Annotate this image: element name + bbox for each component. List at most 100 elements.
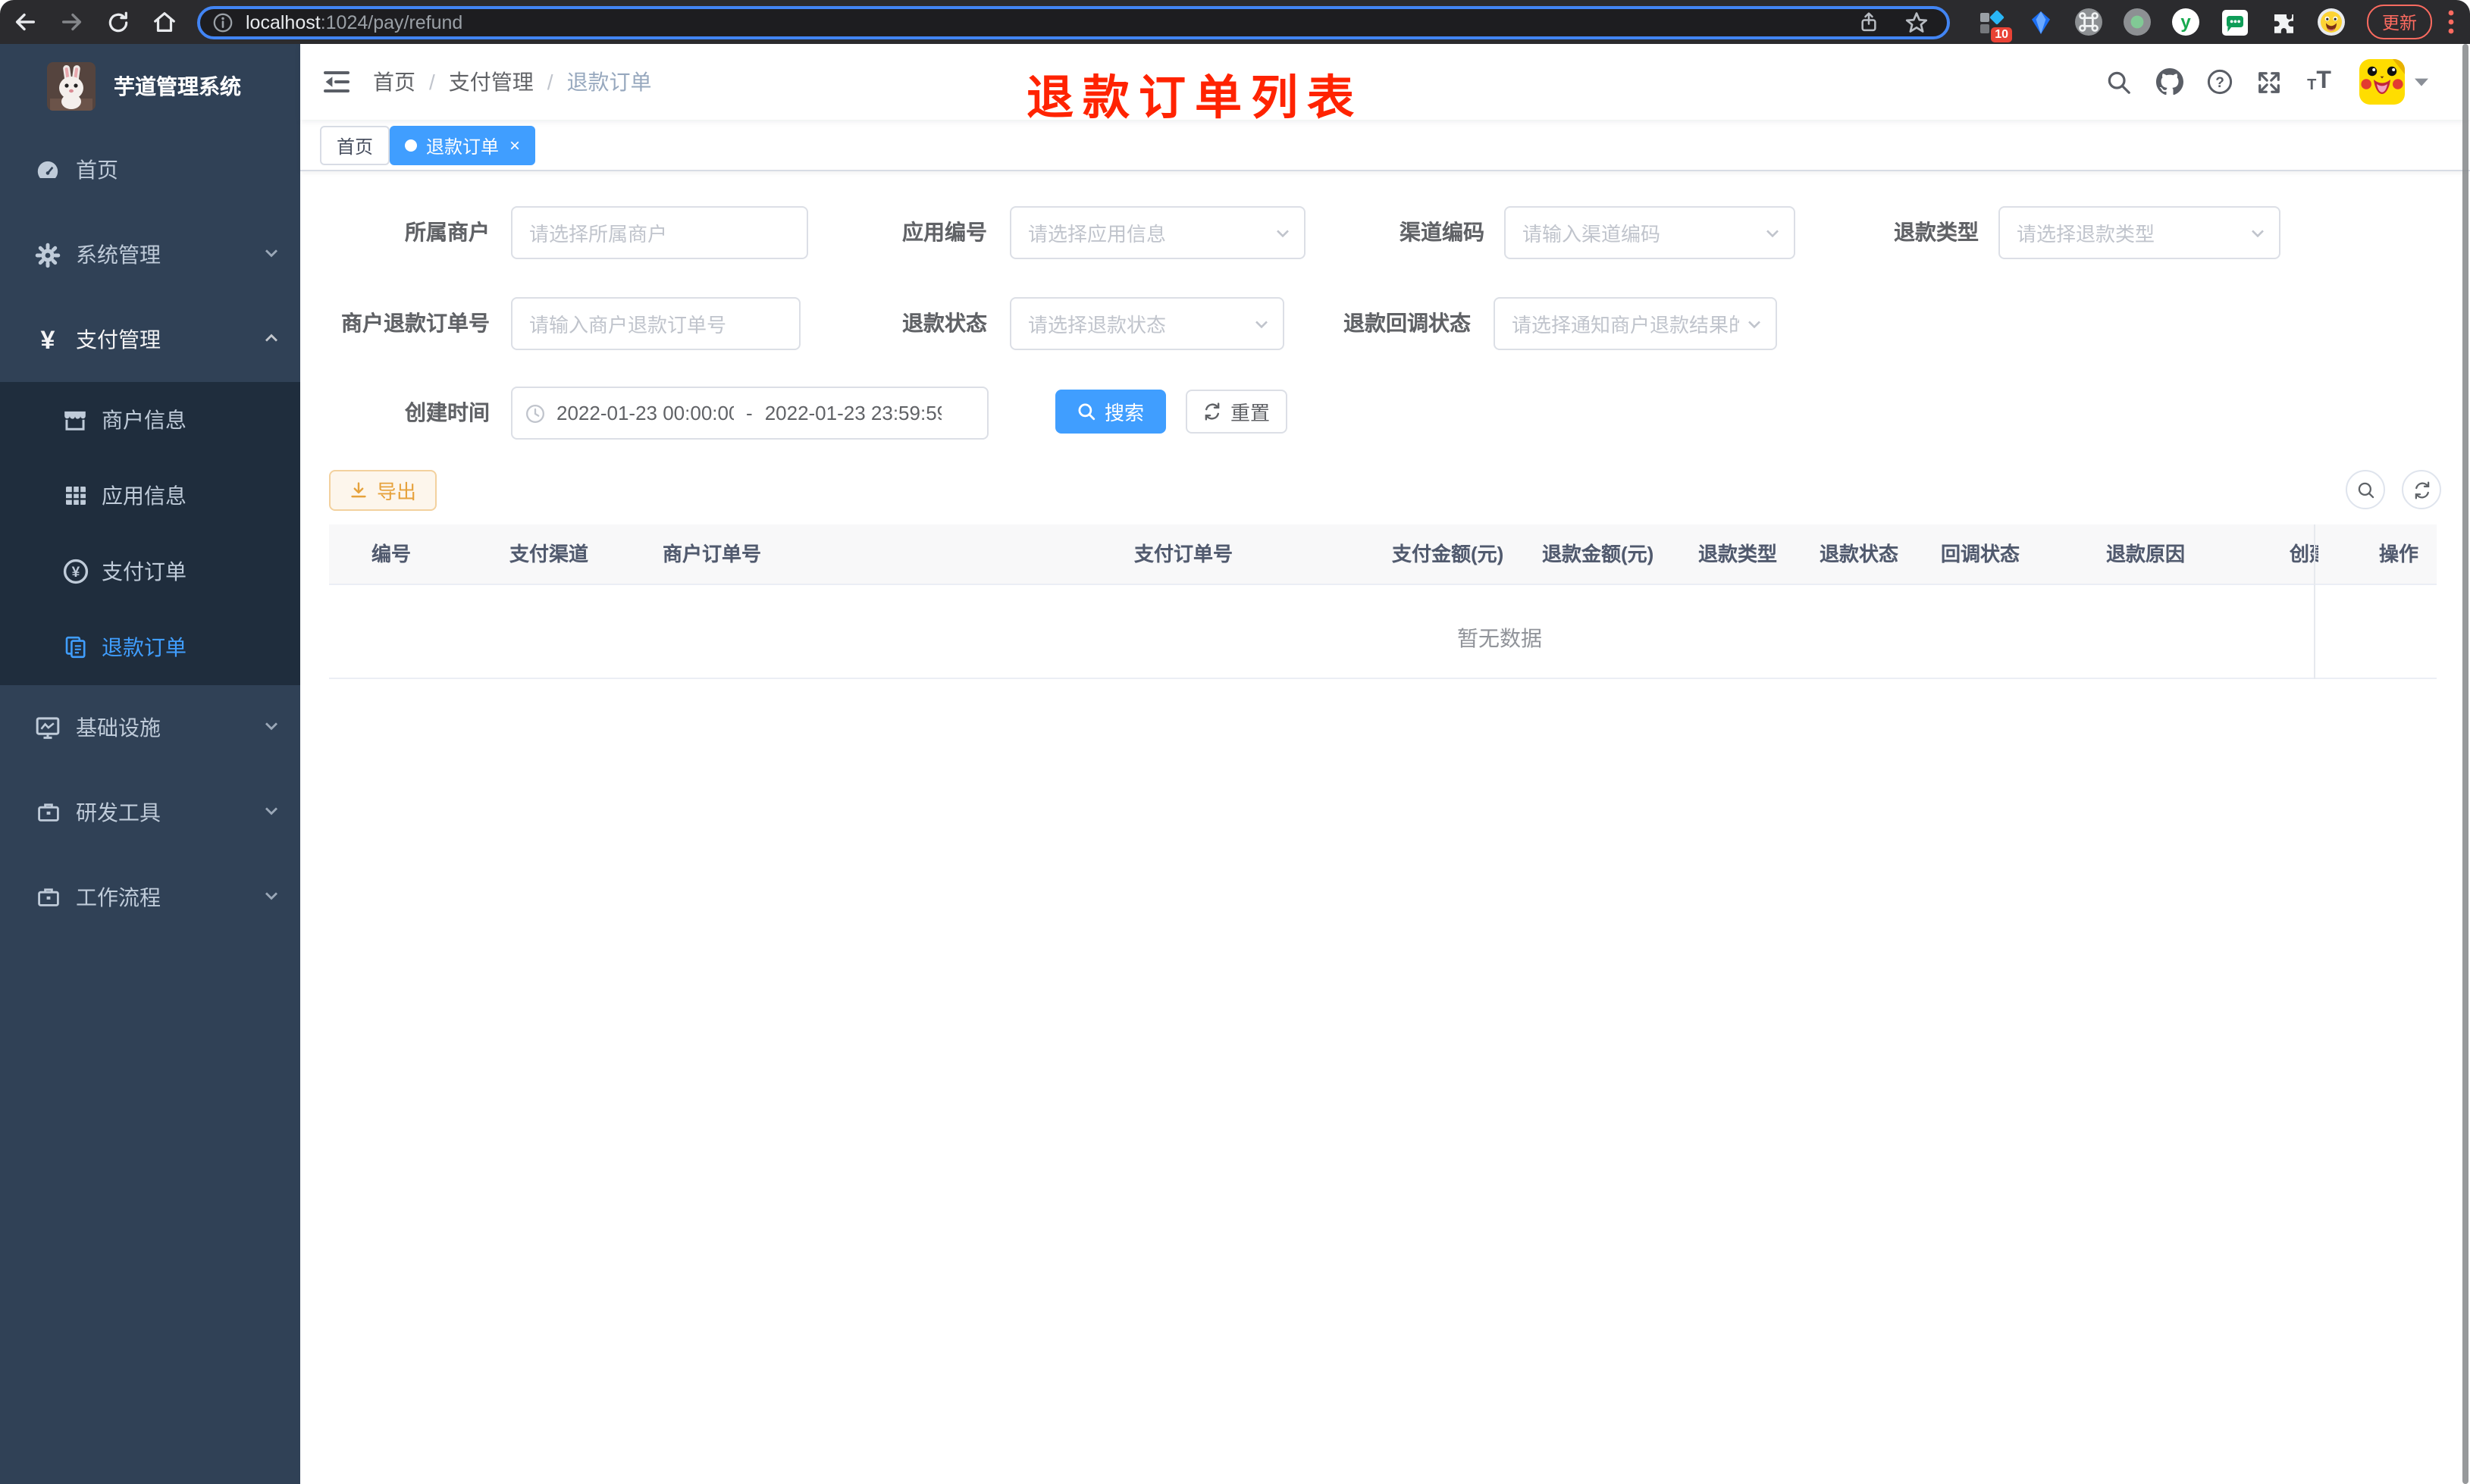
tab-refund-order[interactable]: 退款订单 × bbox=[390, 126, 536, 165]
monitor-chart-icon bbox=[33, 715, 62, 740]
sidebar-item-merchant-info[interactable]: 商户信息 bbox=[0, 382, 300, 458]
end-date-value[interactable]: 2022-01-23 23:59:59 bbox=[765, 402, 942, 424]
filter-label-refund-type: 退款类型 bbox=[1894, 220, 1979, 244]
font-size-icon[interactable]: TT bbox=[2294, 69, 2344, 94]
yen-icon: ¥ bbox=[40, 325, 55, 354]
callback-status-select[interactable]: 请选择通知商户退款结果的 bbox=[1494, 297, 1777, 350]
channel-select[interactable]: 请输入渠道编码 bbox=[1504, 206, 1795, 259]
reload-icon[interactable] bbox=[106, 10, 130, 34]
sidebar-item-infra[interactable]: 基础设施 bbox=[0, 685, 300, 770]
sidebar-item-dev-tools[interactable]: 研发工具 bbox=[0, 770, 300, 855]
share-icon[interactable] bbox=[1857, 11, 1880, 33]
sidebar-item-label: 退款订单 bbox=[102, 635, 187, 659]
url-text[interactable]: localhost:1024/pay/refund bbox=[246, 11, 1842, 33]
window-scrollbar[interactable] bbox=[2462, 44, 2468, 1484]
chevron-down-icon bbox=[262, 800, 281, 825]
back-icon[interactable] bbox=[12, 9, 38, 35]
home-icon[interactable] bbox=[152, 9, 177, 35]
main-area: 首页 / 支付管理 / 退款订单 退款订单列表 ? TT 首页 退款订单 × 所… bbox=[300, 44, 2470, 1484]
column-header: 退款金额(元) bbox=[1542, 543, 1654, 565]
chevron-down-icon bbox=[262, 243, 281, 267]
chevron-down-icon bbox=[1252, 315, 1271, 333]
tab-home[interactable]: 首页 bbox=[320, 126, 390, 165]
date-separator: - bbox=[746, 402, 753, 424]
reset-button[interactable]: 重置 bbox=[1186, 390, 1287, 434]
caret-down-icon[interactable] bbox=[2414, 68, 2429, 95]
svg-text:?: ? bbox=[2215, 75, 2224, 91]
start-date-value[interactable]: 2022-01-23 00:00:00 bbox=[556, 402, 734, 424]
browser-menu-icon[interactable] bbox=[2447, 9, 2455, 35]
extension-y-icon[interactable]: y bbox=[2171, 8, 2200, 36]
fixed-column-divider bbox=[2314, 524, 2315, 679]
site-info-icon[interactable] bbox=[212, 11, 234, 33]
github-icon[interactable] bbox=[2144, 68, 2194, 95]
column-header: 支付订单号 bbox=[1134, 543, 1233, 565]
url-bar[interactable]: localhost:1024/pay/refund bbox=[197, 5, 1950, 39]
sidebar-item-label: 首页 bbox=[76, 158, 118, 182]
search-button[interactable]: 搜索 bbox=[1055, 390, 1166, 434]
search-icon bbox=[2357, 481, 2374, 498]
search-icon[interactable] bbox=[2094, 69, 2144, 95]
merchant-select[interactable]: 请选择所属商户 bbox=[511, 206, 808, 259]
sidebar-item-refund-order[interactable]: 退款订单 bbox=[0, 609, 300, 685]
breadcrumb-home[interactable]: 首页 bbox=[373, 67, 415, 97]
extension-emoji-icon[interactable] bbox=[2317, 8, 2346, 36]
extension-command-icon[interactable] bbox=[2074, 8, 2103, 36]
refund-status-select[interactable]: 请选择退款状态 bbox=[1010, 297, 1284, 350]
chevron-down-icon bbox=[1763, 224, 1782, 242]
sidebar-toggle-icon[interactable] bbox=[321, 67, 352, 105]
filter-label-refund-status: 退款状态 bbox=[902, 311, 987, 335]
sidebar-item-label: 支付管理 bbox=[76, 327, 161, 352]
browser-update-button[interactable]: 更新 bbox=[2367, 5, 2432, 39]
chevron-down-icon bbox=[262, 715, 281, 740]
close-icon[interactable]: × bbox=[509, 136, 520, 155]
merchant-refund-no-input[interactable]: 请输入商户退款订单号 bbox=[511, 297, 801, 350]
sidebar-logo[interactable]: 芋道管理系统 bbox=[0, 44, 300, 127]
placeholder: 请输入商户退款订单号 bbox=[529, 314, 727, 337]
download-icon bbox=[352, 482, 367, 498]
refund-type-select[interactable]: 请选择退款类型 bbox=[1998, 206, 2280, 259]
browser-nav bbox=[12, 9, 177, 35]
svg-text:¥: ¥ bbox=[71, 565, 80, 581]
user-avatar[interactable] bbox=[2359, 59, 2405, 105]
refresh-button[interactable] bbox=[2402, 470, 2441, 509]
create-time-range-picker[interactable]: 2022-01-23 00:00:00 - 2022-01-23 23:59:5… bbox=[511, 387, 989, 440]
extension-puzzle-icon[interactable] bbox=[2268, 8, 2297, 36]
app-select[interactable]: 请选择应用信息 bbox=[1010, 206, 1306, 259]
navbar-actions: ? TT bbox=[2094, 44, 2470, 120]
column-header: 退款类型 bbox=[1698, 543, 1778, 565]
sidebar-item-label: 商户信息 bbox=[102, 408, 187, 432]
documents-icon bbox=[61, 635, 89, 659]
placeholder: 请选择退款状态 bbox=[1028, 314, 1167, 337]
placeholder: 请选择所属商户 bbox=[529, 223, 668, 246]
chevron-down-icon bbox=[1274, 224, 1292, 242]
shop-icon bbox=[61, 407, 89, 433]
grid-icon bbox=[61, 484, 89, 508]
sidebar-item-pay-order[interactable]: ¥ 支付订单 bbox=[0, 534, 300, 609]
sidebar-item-system[interactable]: 系统管理 bbox=[0, 212, 300, 297]
sidebar-item-label: 研发工具 bbox=[76, 800, 161, 825]
sidebar-item-payment[interactable]: ¥ 支付管理 bbox=[0, 297, 300, 382]
extension-tiles-icon[interactable]: 10 bbox=[1977, 8, 2012, 42]
table-empty-row bbox=[329, 585, 2437, 679]
forward-icon[interactable] bbox=[59, 9, 85, 35]
sidebar-menu: 首页 系统管理 ¥ 支付管理 商户信息 应用信息 ¥ 支付订单 退款订单 基础设… bbox=[0, 127, 300, 940]
fullscreen-icon[interactable] bbox=[2244, 69, 2294, 95]
logo-rabbit-avatar bbox=[47, 61, 96, 110]
bookmark-star-icon[interactable] bbox=[1904, 10, 1929, 34]
column-header: 编号 bbox=[371, 543, 412, 565]
extension-chat-icon[interactable] bbox=[2220, 8, 2249, 36]
sidebar-item-workflow[interactable]: 工作流程 bbox=[0, 855, 300, 940]
extension-gem-icon[interactable] bbox=[2026, 8, 2055, 36]
export-button[interactable]: 导出 bbox=[329, 470, 437, 511]
url-host: localhost bbox=[246, 11, 321, 33]
column-header: 支付渠道 bbox=[509, 543, 589, 565]
sidebar-item-home[interactable]: 首页 bbox=[0, 127, 300, 212]
sidebar-item-label: 系统管理 bbox=[76, 243, 161, 267]
extension-green-dot-icon[interactable] bbox=[2123, 8, 2152, 36]
breadcrumb-payment[interactable]: 支付管理 bbox=[449, 67, 534, 97]
toolbox-icon bbox=[33, 800, 62, 825]
help-icon[interactable]: ? bbox=[2194, 68, 2244, 95]
toggle-search-button[interactable] bbox=[2346, 470, 2385, 509]
sidebar-item-app-info[interactable]: 应用信息 bbox=[0, 458, 300, 534]
